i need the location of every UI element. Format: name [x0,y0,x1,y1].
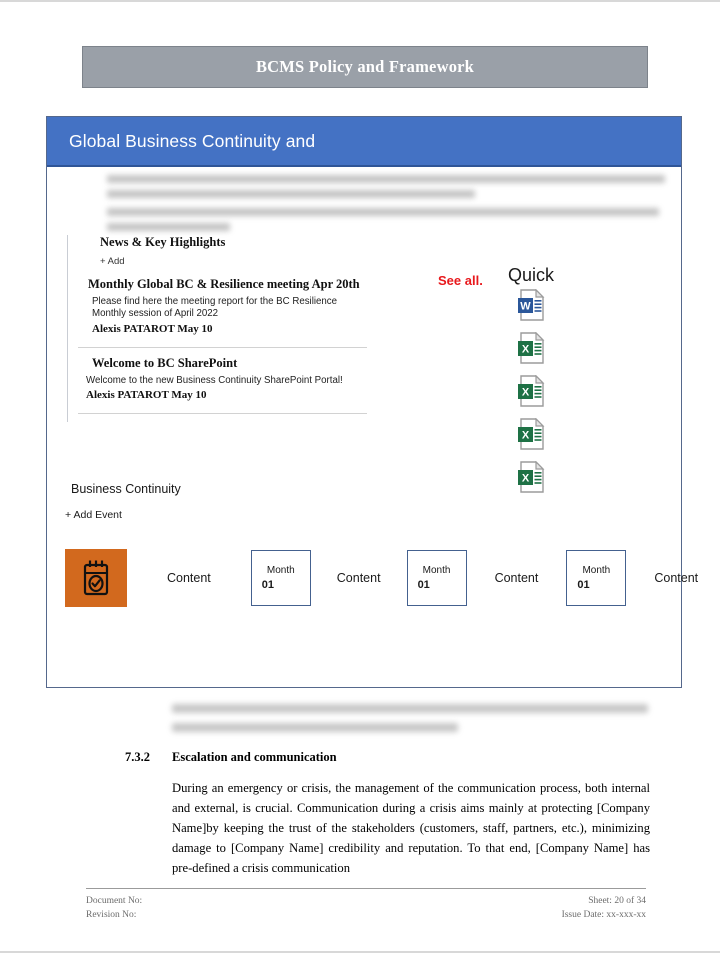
event-day-label: 01 [417,578,430,591]
add-event-button[interactable]: + Add Event [65,509,122,521]
event-date-box[interactable]: Month 01 [250,550,311,606]
footer-left: Document No: Revision No: [86,894,142,923]
news-panel: News & Key Highlights + Add Monthly Glob… [67,235,377,423]
news-divider [78,346,367,348]
excel-file-icon[interactable]: X [517,461,547,493]
svg-text:X: X [522,430,530,442]
news-item-body: Welcome to the new Business Continuity S… [86,374,343,386]
svg-text:X: X [522,387,530,399]
excel-file-icon[interactable]: X [517,418,547,450]
blurred-text-line [107,223,230,231]
section-number: 7.3.2 [125,750,150,764]
event-content-label: Content [167,571,211,585]
sharepoint-site-header: Global Business Continuity and [47,117,681,167]
quick-link-item[interactable]: X [517,375,547,418]
event-calendar-tile[interactable] [65,549,127,607]
page-title-banner: BCMS Policy and Framework [82,46,648,88]
page-footer: Document No: Revision No: Sheet: 20 of 3… [86,888,646,923]
event-month-label: Month [266,564,295,576]
news-item-title[interactable]: Monthly Global BC & Resilience meeting A… [88,277,377,292]
footer-revision-no: Revision No: [86,910,137,921]
excel-file-icon[interactable]: X [517,332,547,364]
quick-link-item[interactable]: X [517,418,547,461]
event-date-box[interactable]: Month 01 [406,550,467,606]
see-all-link[interactable]: See all. [438,273,483,288]
section-paragraph: During an emergency or crisis, the manag… [172,781,650,875]
excel-file-icon[interactable]: X [517,375,547,407]
news-divider [78,413,367,415]
section-title: Escalation and communication [172,750,337,764]
event-content-label: Content [336,571,381,585]
event-day-label: 01 [577,578,590,591]
document-page: BCMS Policy and Framework Global Busines… [0,0,720,953]
news-add-button[interactable]: + Add [100,256,377,267]
svg-text:W: W [520,301,531,313]
quick-link-item[interactable]: W [517,289,547,332]
sharepoint-screenshot: Global Business Continuity and News & Ke… [46,116,698,688]
word-file-icon[interactable]: W [517,289,547,321]
page-title: BCMS Policy and Framework [255,57,475,76]
footer-document-no: Document No: [86,896,143,906]
blurred-intro-text [107,175,665,238]
event-day-label: 01 [261,578,275,591]
sharepoint-site-title: Global Business Continuity and [69,130,316,151]
quick-link-item[interactable]: X [517,332,547,375]
event-content-label: Content [654,571,699,585]
news-list-item[interactable]: Monthly Global BC & Resilience meeting A… [78,277,377,339]
quick-links-file-list: W X X X X [517,289,547,504]
news-item-author: Alexis PATAROT May 10 [86,389,207,402]
svg-text:X: X [522,473,530,485]
quick-link-item[interactable]: X [517,461,547,504]
news-item-title[interactable]: Welcome to BC SharePoint [92,356,377,371]
footer-right: Sheet: 20 of 34 Issue Date: xx-xxx-xx [562,894,646,923]
news-heading: News & Key Highlights [100,235,226,249]
news-item-body: Please find here the meeting report for … [92,296,338,320]
news-list-item[interactable]: Welcome to BC SharePoint Welcome to the … [78,356,377,405]
event-month-label: Month [422,564,451,576]
blurred-text-line [172,723,458,732]
events-heading: Business Continuity [71,482,181,496]
event-date-box[interactable]: Month 01 [566,550,627,606]
blurred-text-line [172,704,648,713]
blurred-text-line [107,175,665,183]
svg-text:X: X [522,344,530,356]
footer-issue-date: Issue Date: xx-xxx-xx [561,910,646,921]
quick-links-heading: Quick [508,265,555,285]
event-month-label: Month [582,564,611,576]
blurred-text-line [107,190,476,198]
news-item-author: Alexis PATAROT May 10 [92,322,213,335]
event-content-label: Content [494,571,539,585]
calendar-check-icon [83,560,109,596]
events-row: Content Month 01 Content Month 01 Conten… [65,549,698,607]
blurred-body-text [172,704,648,742]
blurred-text-line [107,208,660,216]
footer-sheet: Sheet: 20 of 34 [588,896,646,906]
